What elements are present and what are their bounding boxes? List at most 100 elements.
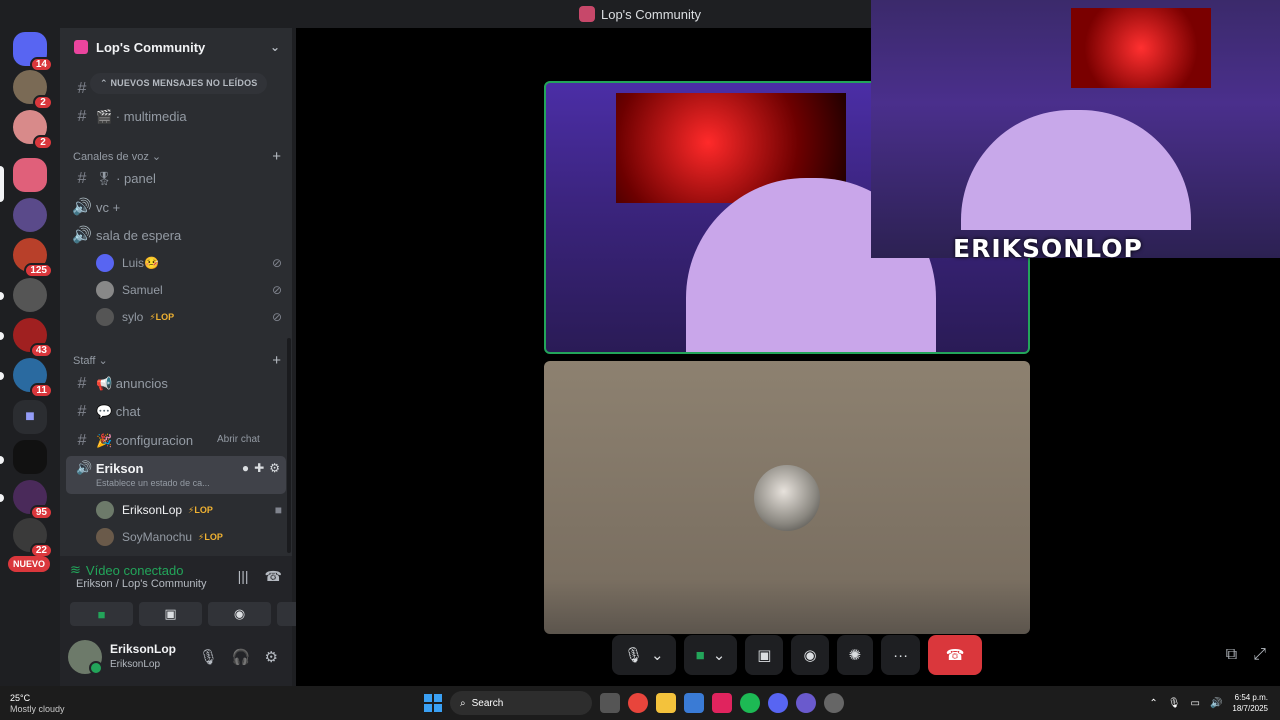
app-icon[interactable] <box>824 693 844 713</box>
unread-badge: 43 <box>29 343 53 358</box>
app-icon[interactable] <box>796 693 816 713</box>
add-channel-icon[interactable]: + <box>272 352 281 369</box>
microphone-icon[interactable]: 🎙 <box>1168 698 1181 709</box>
hash-icon: # <box>77 108 87 125</box>
user-avatar[interactable] <box>68 640 103 675</box>
voice-panel-tools: ||| ☎ <box>238 568 282 585</box>
voice-user[interactable]: sylo ⚡LOP ⊘ <box>96 306 282 328</box>
scrollbar[interactable] <box>287 338 291 553</box>
server-item[interactable]: 125 <box>13 238 53 278</box>
direct-messages-button[interactable]: 14 <box>13 32 53 72</box>
server-name: Lop's Community <box>96 39 206 55</box>
chat-bubble-icon[interactable]: ● <box>242 461 249 475</box>
channel-item-chat[interactable]: # 💬 chat <box>72 399 282 425</box>
folder-icon[interactable]: ■ <box>13 400 47 434</box>
server-item[interactable]: 43 <box>13 318 53 358</box>
activities-button[interactable]: ◉ <box>208 602 271 626</box>
unread-indicator <box>0 372 4 380</box>
microphone-icon[interactable]: 🎙 <box>199 648 218 666</box>
headphones-icon[interactable]: 🎧 <box>232 648 251 666</box>
screen-share-icon: ▣ <box>757 647 772 664</box>
server-item[interactable] <box>13 198 47 232</box>
voice-member[interactable]: EriksonLop ⚡LOP ■ <box>96 499 282 521</box>
voice-user[interactable]: Samuel ⊘ <box>96 279 282 301</box>
weather-widget[interactable]: 25°C Mostly cloudy <box>10 693 65 715</box>
server-item-lops-community[interactable] <box>13 158 47 192</box>
weather-temp: 25°C <box>10 693 31 703</box>
mute-button[interactable]: 🎙 ⌄ <box>612 635 676 675</box>
avatar <box>96 281 114 299</box>
discord-icon[interactable] <box>768 693 788 713</box>
more-button[interactable]: ··· <box>881 635 921 675</box>
camera-button[interactable]: ■ <box>70 602 133 626</box>
volume-icon[interactable]: 🔊 <box>1210 698 1222 709</box>
server-item[interactable]: 2 <box>13 110 53 150</box>
unread-indicator <box>0 456 4 464</box>
chevron-down-icon[interactable]: ⌄ <box>713 646 726 664</box>
network-icon[interactable]: ▭ <box>1191 698 1200 709</box>
activities-button[interactable]: ◉ <box>791 635 829 675</box>
channel-label: sala de espera <box>96 227 182 243</box>
disconnect-button[interactable]: ☎ <box>928 635 983 675</box>
screen-share-button[interactable]: ▣ <box>139 602 202 626</box>
channel-item-multimedia[interactable]: # 🎬 · multimedia <box>72 104 282 130</box>
category-staff[interactable]: Staff ⌄ + <box>73 352 281 369</box>
voice-channel-erikson-active[interactable]: 🔊 Erikson Establece un estado de ca... ●… <box>66 456 286 494</box>
hang-up-icon: ☎ <box>945 647 965 664</box>
voice-channel-sala[interactable]: 🔊 sala de espera <box>72 222 282 248</box>
channel-item-panel[interactable]: # 🎖 · panel <box>72 166 282 192</box>
voice-location[interactable]: Erikson / Lop's Community <box>76 578 206 590</box>
taskbar-apps: ⌕ Search <box>424 691 844 715</box>
file-explorer-icon[interactable] <box>656 693 676 713</box>
video-tile-soymanochu[interactable] <box>544 361 1030 634</box>
task-view-icon[interactable] <box>600 693 620 713</box>
disconnect-icon[interactable]: ☎ <box>265 568 282 585</box>
taskbar-search[interactable]: ⌕ Search <box>450 691 592 715</box>
windows-start-icon[interactable] <box>424 694 442 712</box>
voice-user[interactable]: Luis🤒 ⊘ <box>96 252 282 274</box>
voice-channel-vc[interactable]: 🔊 vc + <box>72 194 282 220</box>
server-header[interactable]: Lop's Community ⌄ <box>60 28 292 66</box>
user-panel: EriksonLop EriksonLop 🎙 🎧 ⚙ <box>60 630 292 686</box>
avatar <box>96 501 114 519</box>
role-tag: ⚡LOP <box>198 531 223 542</box>
spotify-icon[interactable] <box>740 693 760 713</box>
gamepad-icon: ◉ <box>233 606 246 621</box>
gear-icon[interactable]: ⚙ <box>265 648 278 666</box>
popout-icon[interactable]: ⧉ <box>1226 646 1237 664</box>
screen-share-button[interactable]: ▣ <box>745 635 784 675</box>
camera-toggle-button[interactable]: ■ ⌄ <box>683 635 738 675</box>
add-channel-icon[interactable]: + <box>272 148 281 165</box>
invite-icon[interactable]: ✚ <box>254 461 264 475</box>
server-item[interactable]: 95 <box>13 480 53 520</box>
store-icon[interactable] <box>684 693 704 713</box>
chevron-up-icon[interactable]: ⌃ <box>1149 698 1157 709</box>
stage-corner-tools: ⧉ ⤢ <box>1226 646 1266 664</box>
server-item[interactable] <box>13 278 47 312</box>
voice-status-label: Vídeo conectado <box>85 562 184 578</box>
server-item[interactable]: 2 <box>13 70 53 110</box>
category-voice[interactable]: Canales de voz ⌄ + <box>73 148 281 165</box>
camera-icon: ■ <box>695 646 705 664</box>
user-tools: 🎙 🎧 ⚙ <box>199 648 278 666</box>
noise-suppression-icon[interactable]: ||| <box>238 568 249 585</box>
server-item[interactable]: 22 <box>13 518 53 558</box>
unread-messages-pill[interactable]: ⌃ NUEVOS MENSAJES NO LEÍDOS <box>90 73 268 94</box>
chrome-icon[interactable] <box>628 693 648 713</box>
gear-icon[interactable]: ⚙ <box>269 461 280 475</box>
server-item[interactable] <box>13 440 47 474</box>
channel-item-anuncios[interactable]: # 📢 anuncios <box>72 371 282 397</box>
soundboard-icon: ✺ <box>848 647 862 664</box>
user-name[interactable]: EriksonLop <box>110 642 176 656</box>
server-item[interactable]: 11 <box>13 358 53 398</box>
avatar <box>96 254 114 272</box>
voice-member[interactable]: SoyManochu ⚡LOP <box>96 526 282 548</box>
server-icon <box>578 6 595 22</box>
soundboard-button[interactable]: ✺ <box>836 635 874 675</box>
tiktok-icon[interactable] <box>712 693 732 713</box>
channel-status: Establece un estado de ca... <box>96 478 210 488</box>
fullscreen-icon[interactable]: ⤢ <box>1253 646 1266 664</box>
clock[interactable]: 6:54 p.m. 18/7/2025 <box>1232 692 1268 714</box>
chevron-down-icon[interactable]: ⌄ <box>651 646 664 664</box>
search-label: Search <box>471 697 504 709</box>
